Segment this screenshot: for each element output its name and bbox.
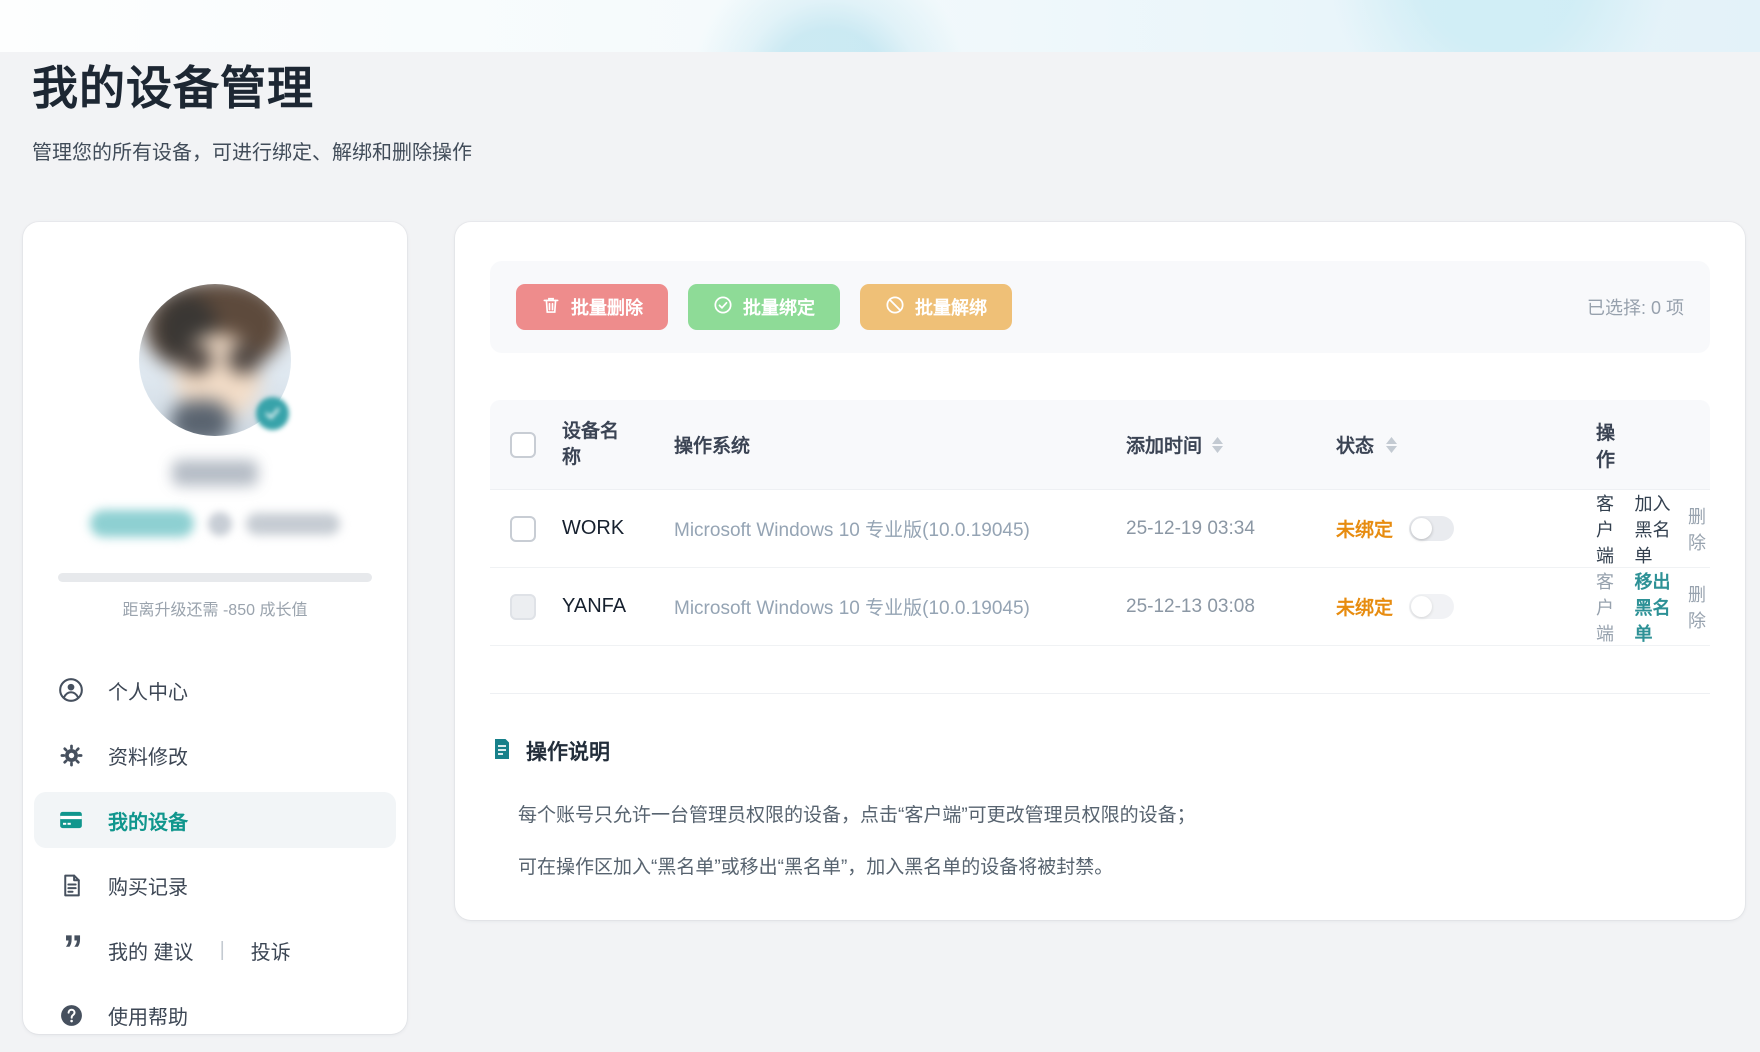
delete-action[interactable]: 删除 xyxy=(1688,581,1706,633)
gear-icon xyxy=(58,742,84,768)
redacted-gray-badge xyxy=(246,513,340,535)
verified-badge-icon xyxy=(256,397,289,430)
table-row: WORK Microsoft Windows 10 专业版(10.0.19045… xyxy=(490,490,1710,568)
user-circle-icon xyxy=(58,677,84,703)
device-card-icon xyxy=(58,807,84,833)
toggle-knob xyxy=(1411,518,1432,539)
instructions-line: 可在操作区加入“黑名单”或移出“黑名单”，加入黑名单的设备将被封禁。 xyxy=(518,842,1710,894)
device-name: WORK xyxy=(562,517,674,540)
label-separator: | xyxy=(220,939,225,962)
quote-icon: ” xyxy=(58,937,84,963)
page-title: 我的设备管理 xyxy=(32,52,472,118)
avatar xyxy=(139,284,291,436)
sidebar-item-label2: 投诉 xyxy=(251,936,291,965)
table-header-row: 设备名称 操作系统 添加时间 状态 操作 xyxy=(490,400,1710,490)
redacted-badge-dot xyxy=(208,512,232,536)
profile-badges xyxy=(58,510,372,537)
client-action[interactable]: 客户端 xyxy=(1596,568,1619,646)
instructions-title: 操作说明 xyxy=(526,736,610,766)
sidebar-item-label: 我的 建议 xyxy=(108,936,194,965)
device-name: YANFA xyxy=(562,595,674,618)
header-device-name: 设备名称 xyxy=(562,419,620,470)
device-os: Microsoft Windows 10 专业版(10.0.19045) xyxy=(674,515,1126,542)
header-added-time[interactable]: 添加时间 xyxy=(1126,431,1336,458)
batch-bind-button[interactable]: 批量绑定 xyxy=(688,284,840,330)
sidebar-item-label: 我的设备 xyxy=(108,806,188,835)
device-table: 设备名称 操作系统 添加时间 状态 操作 WORK Mic xyxy=(490,400,1710,646)
remove-blacklist-action[interactable]: 移出黑名单 xyxy=(1635,568,1673,646)
sidebar-item-label: 个人中心 xyxy=(108,676,188,705)
header-actions: 操作 xyxy=(1596,418,1710,472)
table-row: YANFA Microsoft Windows 10 专业版(10.0.1904… xyxy=(490,568,1710,646)
header-os: 操作系统 xyxy=(674,431,1126,458)
instructions-line: 每个账号只允许一台管理员权限的设备，点击“客户端”可更改管理员权限的设备； xyxy=(518,790,1710,842)
section-divider xyxy=(490,693,1710,694)
check-circle-icon xyxy=(713,295,733,320)
ban-icon xyxy=(885,295,905,320)
instructions-section: 操作说明 每个账号只允许一台管理员权限的设备，点击“客户端”可更改管理员权限的设… xyxy=(490,736,1710,895)
header-status-label: 状态 xyxy=(1336,431,1374,458)
batch-delete-button[interactable]: 批量删除 xyxy=(516,284,668,330)
sidebar-menu: 个人中心 xyxy=(58,662,372,1043)
note-document-icon xyxy=(490,737,514,766)
sort-icon xyxy=(1386,437,1397,453)
batch-toolbar: 批量删除 批量绑定 批量解绑 已选择: 0 项 xyxy=(490,261,1710,353)
delete-action[interactable]: 删除 xyxy=(1688,503,1706,555)
batch-delete-label: 批量删除 xyxy=(571,294,643,320)
batch-unbind-label: 批量解绑 xyxy=(915,294,987,320)
toggle-knob xyxy=(1411,596,1432,617)
redacted-username xyxy=(172,460,258,486)
device-management-panel: 批量删除 批量绑定 批量解绑 已选择: 0 项 设备名称 操作系统 xyxy=(455,222,1745,920)
batch-bind-label: 批量绑定 xyxy=(743,294,815,320)
decorative-header-band xyxy=(0,0,1760,52)
sidebar-item-suggestion-complaint[interactable]: ” 我的 建议 | 投诉 xyxy=(34,922,396,978)
header-status[interactable]: 状态 xyxy=(1336,431,1596,458)
document-icon xyxy=(58,872,84,898)
row-checkbox-disabled xyxy=(510,594,536,620)
sidebar-item-label: 资料修改 xyxy=(108,741,188,770)
redacted-teal-badge xyxy=(90,510,194,537)
bind-toggle[interactable] xyxy=(1409,516,1454,541)
device-added-time: 25-12-19 03:34 xyxy=(1126,518,1336,540)
client-action[interactable]: 客户端 xyxy=(1596,490,1619,568)
page-header: 我的设备管理 管理您的所有设备，可进行绑定、解绑和删除操作 xyxy=(32,52,472,165)
device-os: Microsoft Windows 10 专业版(10.0.19045) xyxy=(674,593,1126,620)
sort-icon xyxy=(1212,437,1223,453)
row-checkbox[interactable] xyxy=(510,516,536,542)
status-badge: 未绑定 xyxy=(1336,593,1393,620)
select-all-checkbox[interactable] xyxy=(510,432,536,458)
sidebar-item-help[interactable]: 使用帮助 xyxy=(34,987,396,1043)
sidebar-item-label: 使用帮助 xyxy=(108,1001,188,1030)
growth-text: 距离升级还需 -850 成长值 xyxy=(58,596,372,620)
bind-toggle[interactable] xyxy=(1409,594,1454,619)
selected-count: 已选择: 0 项 xyxy=(1587,294,1684,320)
sidebar-item-my-devices[interactable]: 我的设备 xyxy=(34,792,396,848)
header-added-label: 添加时间 xyxy=(1126,431,1202,458)
add-blacklist-action[interactable]: 加入黑名单 xyxy=(1635,490,1673,568)
batch-unbind-button[interactable]: 批量解绑 xyxy=(860,284,1012,330)
sidebar-item-profile-edit[interactable]: 资料修改 xyxy=(34,727,396,783)
sidebar-item-personal-center[interactable]: 个人中心 xyxy=(34,662,396,718)
sidebar-item-purchase-history[interactable]: 购买记录 xyxy=(34,857,396,913)
trash-icon xyxy=(541,295,561,320)
question-circle-icon xyxy=(58,1002,84,1028)
page-subtitle: 管理您的所有设备，可进行绑定、解绑和删除操作 xyxy=(32,136,472,165)
status-badge: 未绑定 xyxy=(1336,515,1393,542)
profile-sidebar: 距离升级还需 -850 成长值 个人中心 xyxy=(23,222,407,1034)
growth-progress-bar xyxy=(58,573,372,582)
device-added-time: 25-12-13 03:08 xyxy=(1126,596,1336,618)
sidebar-item-label: 购买记录 xyxy=(108,871,188,900)
